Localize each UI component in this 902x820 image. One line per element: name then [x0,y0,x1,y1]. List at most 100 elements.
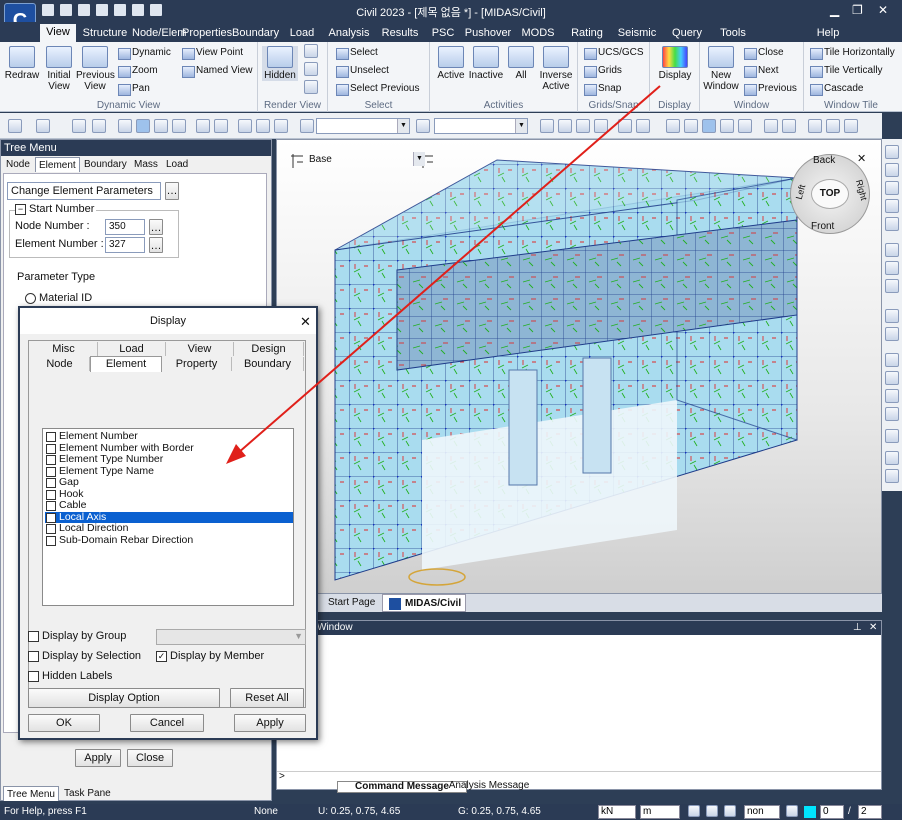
unselect-window-icon[interactable] [214,119,228,133]
checkbox-icon[interactable] [46,524,56,534]
rotate-icon[interactable] [558,119,572,133]
globe-icon[interactable] [304,80,318,94]
nav-right[interactable]: Right [854,179,869,202]
activate-icon[interactable] [238,119,252,133]
dlg-tab-misc[interactable]: Misc [30,342,98,356]
tab-mods[interactable]: MODS [518,25,558,41]
front-view-icon[interactable] [885,353,899,367]
display-by-member-checkbox[interactable]: ✓ Display by Member [156,650,264,662]
node-number-more-button[interactable]: … [149,219,163,235]
move-icon[interactable] [540,119,554,133]
more-button[interactable]: … [165,182,179,200]
redraw-button[interactable]: Redraw [4,46,40,81]
zoom-out-icon[interactable] [885,199,899,213]
command-prompt[interactable]: > [279,771,285,782]
tab-start-page[interactable]: Start Page [328,597,375,608]
nav-left[interactable]: Left [794,183,808,200]
back-view-icon[interactable] [885,389,899,403]
tab-seismic[interactable]: Seismic Pe [612,25,662,55]
axis-k-icon[interactable] [782,119,796,133]
close-window-button[interactable]: Close [744,47,784,60]
dlg-tab-node[interactable]: Node [30,357,90,371]
nav-front[interactable]: Front [811,221,834,232]
tab-view[interactable]: View [40,24,76,42]
tab-analysis[interactable]: Analysis [326,25,372,41]
initial-view-button[interactable]: Initial View [42,46,76,92]
display-item-element-type-name[interactable]: Element Type Name [45,465,154,477]
filter-select[interactable]: non [744,805,780,819]
tab-boundary[interactable]: Boundary [232,25,279,41]
viewport-close-icon[interactable]: ✕ [857,152,866,165]
dlg-tab-element[interactable]: Element [90,356,162,372]
dialog-close-icon[interactable]: ✕ [300,314,311,330]
dlg-tab-boundary[interactable]: Boundary [232,357,304,371]
cursor-icon[interactable] [300,119,314,133]
tab-structure[interactable]: Structure [82,25,128,41]
tab-query[interactable]: Query [668,25,706,41]
view-point-button[interactable]: View Point [182,47,243,60]
dlg-tab-view[interactable]: View [166,342,234,356]
play-icon[interactable] [724,805,736,817]
display-item-local-direction[interactable]: Local Direction [45,523,128,534]
checkbox-icon[interactable] [46,432,56,442]
rotate-view-icon[interactable] [885,261,899,275]
zoom-button[interactable]: Zoom [118,65,158,78]
tile-vertically-button[interactable]: Tile Vertically [810,65,883,78]
task-pane-tab[interactable]: Task Pane [61,786,114,801]
ucs-gcs-button[interactable]: UCS/GCS [584,47,644,60]
tab-pushover[interactable]: Pushover [464,25,512,41]
cascade-button[interactable]: Cascade [810,83,863,96]
tab-results[interactable]: Results [378,25,422,41]
ok-button[interactable]: OK [28,714,100,732]
force-unit-select[interactable]: kN [598,805,636,819]
tab-node-elem[interactable]: Node/Elem [132,25,186,41]
named-view-button[interactable]: Named View [182,65,253,78]
selection-combo[interactable]: ▼ [434,118,528,134]
dlg-tab-load[interactable]: Load [98,342,166,356]
element-number-input[interactable]: 327 [105,237,145,253]
side-view-icon[interactable] [885,371,899,385]
activate-all-icon[interactable] [274,119,288,133]
display-item-element-number[interactable]: Element Number [45,431,138,442]
dlg-tab-design[interactable]: Design [234,342,304,356]
checkbox-icon[interactable] [46,535,56,546]
tab-analysis-message[interactable]: Analysis Message [443,781,535,793]
print-icon[interactable] [114,4,126,16]
length-unit-select[interactable]: m [640,805,680,819]
select-by-id-icon[interactable] [416,119,430,133]
nav-back[interactable]: Back [813,155,835,166]
tree-tab-element[interactable]: Element [35,157,80,172]
element-number-more-button[interactable]: … [149,237,163,253]
checkbox-icon[interactable] [46,443,56,454]
view-navigation-cube[interactable]: Back Left Right TOP Front [790,154,870,234]
node-number-input[interactable]: 350 [105,219,145,235]
perspective-icon[interactable] [885,429,899,443]
hidden-labels-checkbox[interactable]: Hidden Labels [28,670,112,682]
grid-toggle-icon[interactable] [706,805,718,817]
display-item-hook[interactable]: Hook [45,488,84,500]
dynamic-button[interactable]: Dynamic [118,47,171,60]
display-by-group-checkbox[interactable]: Display by Group [28,630,126,642]
unselect-button[interactable]: Unselect [336,65,389,78]
tree-tab-node[interactable]: Node [3,157,33,172]
save-as-icon[interactable] [96,4,108,16]
display-item-element-number-with-border[interactable]: Element Number with Border [45,442,194,454]
axis-n-icon[interactable] [764,119,778,133]
zoom-in-icon[interactable] [885,181,899,195]
open-file-icon[interactable] [60,4,72,16]
top-view-icon[interactable] [885,327,899,341]
render-option-icon[interactable] [304,44,318,58]
checkbox-icon[interactable] [46,501,56,511]
save-icon[interactable] [78,4,90,16]
checkbox-icon[interactable] [46,478,56,488]
shading-icon[interactable] [720,119,734,133]
capture-icon[interactable] [885,469,899,483]
inactive-button[interactable]: Inactive [468,46,504,81]
element-function-dropdown[interactable]: Change Element Parameters [7,182,161,200]
cancel-button[interactable]: Cancel [130,714,204,732]
inverse-active-button[interactable]: Inverse Active [536,46,576,92]
tree-tab-mass[interactable]: Mass [131,157,161,172]
tab-rating[interactable]: Rating [566,25,608,41]
material-id-radio[interactable]: Material ID [25,292,92,304]
wireframe-icon[interactable] [684,119,698,133]
